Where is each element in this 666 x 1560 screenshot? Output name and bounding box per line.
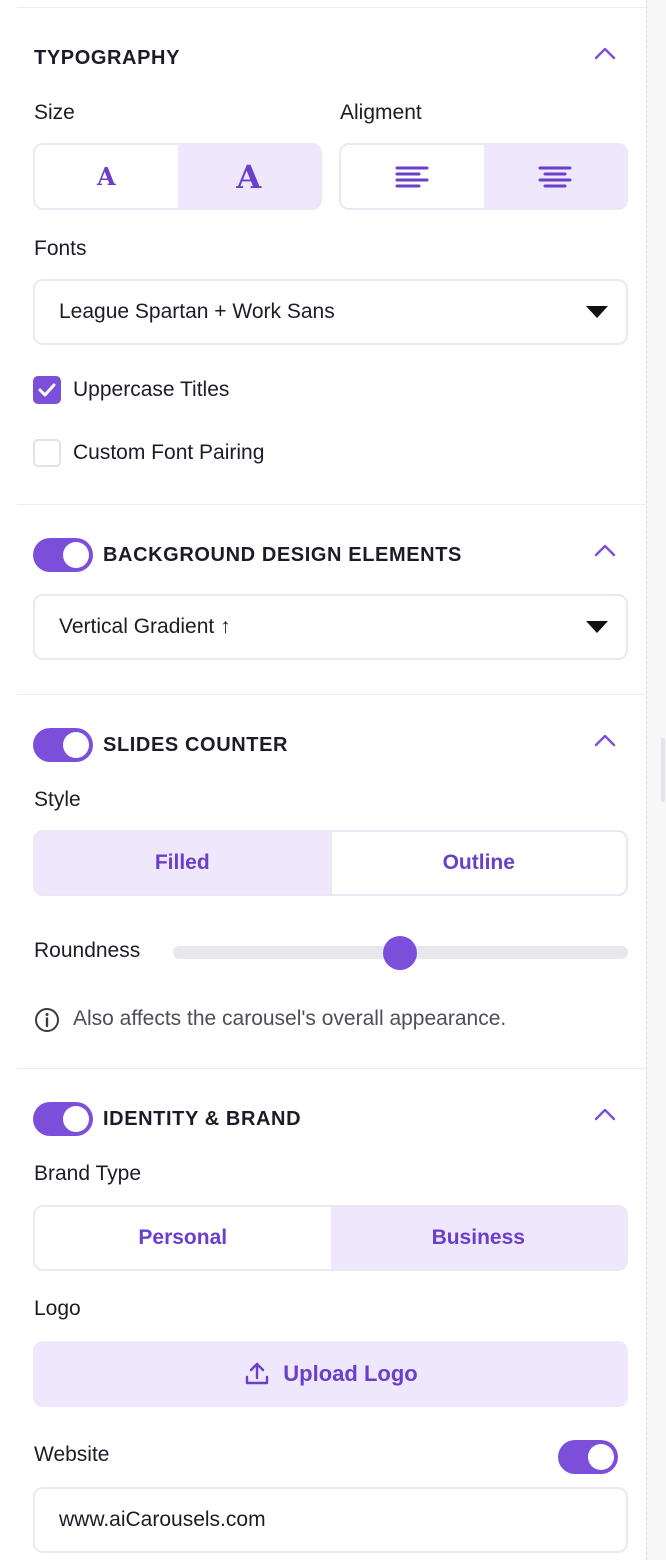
chevron-up-icon[interactable] (594, 46, 616, 60)
align-left-icon (395, 166, 429, 187)
brand-personal-option[interactable]: Personal (35, 1207, 331, 1269)
caret-down-icon (586, 306, 608, 318)
style-filled-label: Filled (154, 851, 210, 874)
background-value: Vertical Gradient ↑ (59, 615, 231, 638)
size-label: Size (34, 101, 75, 124)
brand-personal-label: Personal (138, 1226, 228, 1249)
check-icon (38, 383, 56, 397)
roundness-label: Roundness (34, 939, 141, 962)
size-small-glyph: A (96, 162, 116, 191)
style-outline-label: Outline (442, 851, 515, 874)
brand-business-label: Business (431, 1226, 525, 1249)
divider (17, 504, 645, 505)
toggle-knob (63, 732, 89, 758)
background-toggle[interactable] (33, 538, 93, 572)
slides-counter-toggle[interactable] (33, 728, 93, 762)
identity-title: IDENTITY & BRAND (103, 1108, 302, 1130)
divider (17, 1068, 645, 1069)
background-dropdown[interactable]: Vertical Gradient ↑ (33, 594, 628, 660)
website-input[interactable]: www.aiCarousels.com (33, 1487, 628, 1553)
size-small-option[interactable]: A (35, 145, 178, 208)
size-large-glyph: A (236, 157, 262, 196)
typography-title: TYPOGRAPHY (34, 47, 181, 69)
upload-logo-label: Upload Logo (283, 1361, 418, 1386)
upload-logo-button[interactable]: Upload Logo (33, 1341, 628, 1407)
toggle-knob (63, 542, 89, 568)
align-center-option[interactable] (483, 145, 626, 208)
caret-down-icon (586, 621, 608, 633)
background-title: BACKGROUND DESIGN ELEMENTS (103, 544, 462, 566)
align-center-icon (538, 166, 572, 187)
identity-toggle[interactable] (33, 1102, 93, 1136)
style-filled-option[interactable]: Filled (35, 832, 330, 894)
uppercase-titles-label[interactable]: Uppercase Titles (73, 378, 229, 402)
chevron-up-icon[interactable] (594, 543, 616, 557)
website-toggle[interactable] (558, 1440, 618, 1474)
scrollbar-thumb[interactable] (661, 738, 665, 802)
size-large-option[interactable]: A (177, 145, 320, 208)
custom-font-pairing-label[interactable]: Custom Font Pairing (73, 441, 264, 465)
divider (17, 7, 645, 8)
roundness-info-text: Also affects the carousel's overall appe… (73, 1007, 507, 1030)
fonts-dropdown[interactable]: League Spartan + Work Sans (33, 279, 628, 345)
brand-type-label: Brand Type (34, 1162, 142, 1185)
counter-style-selector: Filled Outline (33, 830, 628, 896)
chevron-up-icon[interactable] (594, 733, 616, 747)
info-icon (35, 1008, 59, 1032)
settings-panel (0, 0, 646, 1560)
style-outline-option[interactable]: Outline (329, 832, 627, 894)
roundness-slider-thumb[interactable] (383, 936, 417, 970)
fonts-label: Fonts (34, 237, 87, 260)
chevron-up-icon[interactable] (594, 1107, 616, 1121)
uppercase-titles-checkbox[interactable] (33, 376, 61, 404)
alignment-label: Aligment (340, 101, 422, 124)
toggle-knob (588, 1444, 614, 1470)
upload-icon (246, 1362, 269, 1385)
style-label: Style (34, 788, 81, 811)
brand-type-selector: Personal Business (33, 1205, 628, 1271)
fonts-value: League Spartan + Work Sans (59, 300, 335, 323)
divider (17, 694, 645, 695)
slides-counter-title: SLIDES COUNTER (103, 734, 289, 756)
logo-label: Logo (34, 1297, 81, 1320)
website-value: www.aiCarousels.com (59, 1508, 266, 1531)
brand-business-option[interactable]: Business (330, 1207, 626, 1269)
website-label: Website (34, 1443, 110, 1466)
align-left-option[interactable] (341, 145, 484, 208)
custom-font-pairing-checkbox[interactable] (33, 439, 61, 467)
size-selector: A A (33, 143, 322, 210)
toggle-knob (63, 1106, 89, 1132)
alignment-selector (339, 143, 628, 210)
